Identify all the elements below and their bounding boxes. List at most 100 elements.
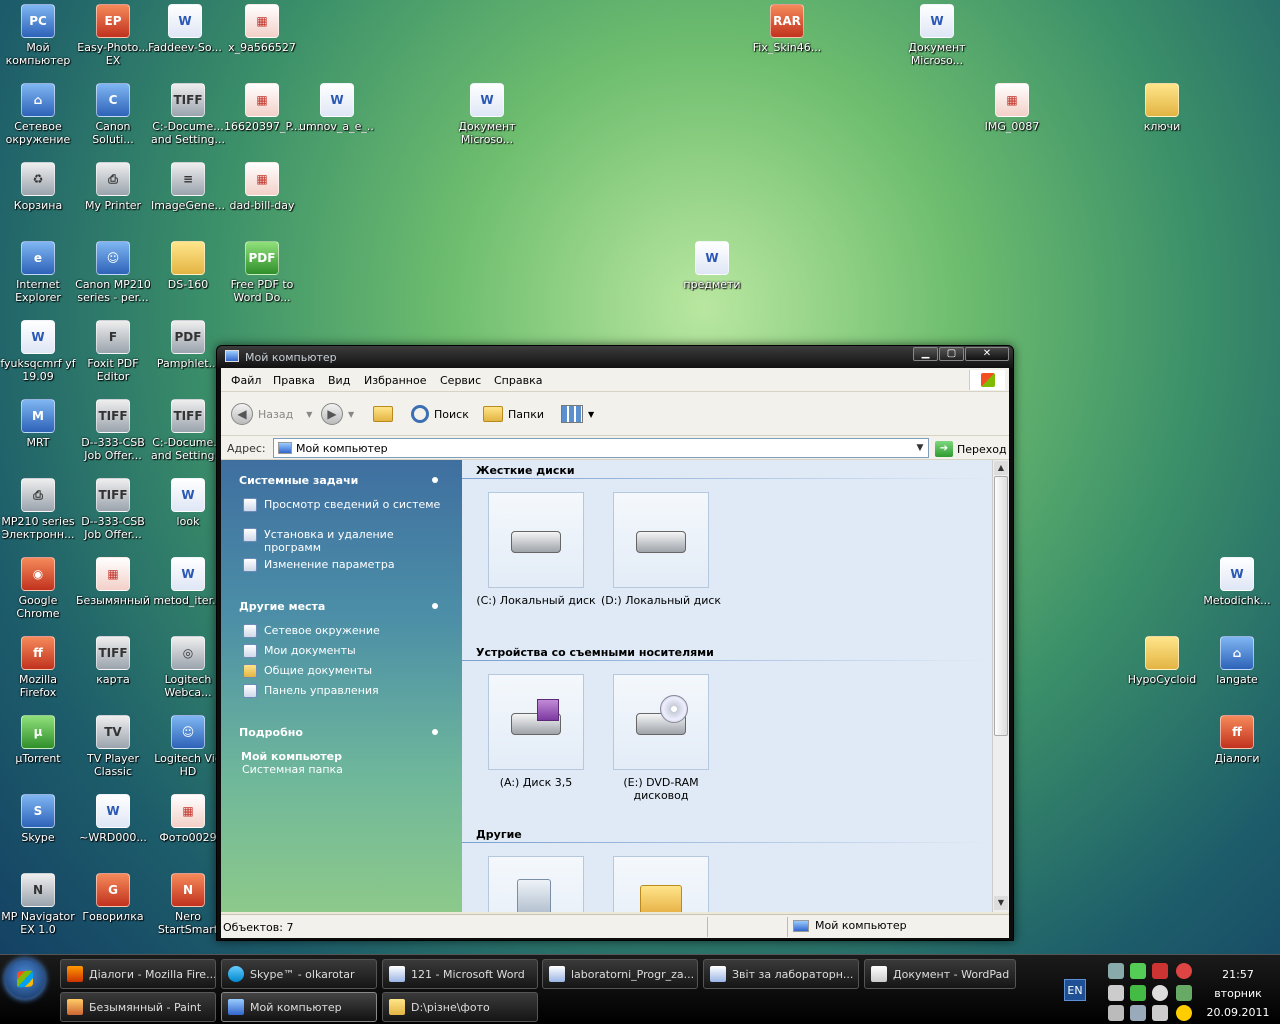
desktop-icon[interactable]: M MRT bbox=[0, 399, 76, 449]
desktop-icon[interactable]: RAR Fix_Skin46... bbox=[749, 4, 825, 54]
collapse-icon[interactable] bbox=[432, 729, 438, 735]
drive-a-tile[interactable] bbox=[488, 674, 584, 770]
details-title[interactable]: Подробно bbox=[239, 726, 303, 739]
desktop-icon[interactable]: ff Mozilla Firefox bbox=[0, 636, 76, 699]
desktop-icon[interactable]: ключи bbox=[1124, 83, 1200, 133]
close-button[interactable]: ✕ bbox=[965, 347, 1009, 361]
desktop-icon[interactable]: µ µTorrent bbox=[0, 715, 76, 765]
scroll-up-icon[interactable]: ▲ bbox=[994, 461, 1008, 475]
drive-c-tile[interactable] bbox=[488, 492, 584, 588]
drive-e-tile[interactable] bbox=[613, 674, 709, 770]
task-word-laboratorni[interactable]: laboratorni_Progr_za... bbox=[542, 959, 698, 989]
desktop-icon[interactable]: G Говорилка bbox=[75, 873, 151, 923]
task-folder-photo[interactable]: D:\різне\фото bbox=[382, 992, 538, 1022]
desktop-icon[interactable]: W Faddeev-So... bbox=[147, 4, 223, 54]
task-view-system-info[interactable]: Просмотр сведений о системе bbox=[243, 498, 443, 512]
collapse-icon[interactable] bbox=[432, 477, 438, 483]
go-tray-icon[interactable] bbox=[1130, 985, 1146, 1001]
scroll-down-icon[interactable]: ▼ bbox=[994, 896, 1008, 910]
monitor-tray-icon[interactable] bbox=[1152, 1005, 1168, 1021]
task-change-setting[interactable]: Изменение параметра bbox=[243, 558, 443, 572]
desktop-icon[interactable]: W ~WRD000... bbox=[75, 794, 151, 844]
task-firefox[interactable]: Діалоги - Mozilla Fire... bbox=[60, 959, 216, 989]
maximize-button[interactable]: ▢ bbox=[939, 347, 964, 361]
desktop-icon[interactable]: ≡ ImageGene... bbox=[150, 162, 226, 212]
desktop-icon[interactable]: ▦ 16620397_P... bbox=[224, 83, 300, 133]
desktop-icon[interactable]: ◎ Logitech Webca... bbox=[150, 636, 226, 699]
desktop-icon[interactable]: EP Easy-Photo... EX bbox=[75, 4, 151, 67]
chevron-down-icon[interactable]: ▼ bbox=[912, 439, 928, 457]
desktop-icon[interactable]: S Skype bbox=[0, 794, 76, 844]
menu-edit[interactable]: Правка bbox=[273, 374, 315, 387]
shared-folder-tile[interactable] bbox=[613, 856, 709, 912]
desktop-icon[interactable]: Wmetod_iter... bbox=[150, 557, 226, 607]
desktop-icon[interactable]: ☺ Logitech Vid HD bbox=[150, 715, 226, 778]
menu-help[interactable]: Справка bbox=[494, 374, 542, 387]
desktop-icon[interactable]: PDF Free PDF to Word Do... bbox=[224, 241, 300, 304]
desktop-icon[interactable]: Wlook bbox=[150, 478, 226, 528]
desktop-icon[interactable]: DS-160 bbox=[150, 241, 226, 291]
keyboard-tray-icon[interactable] bbox=[1130, 1005, 1146, 1021]
start-button[interactable] bbox=[4, 958, 46, 1000]
task-word-zvit[interactable]: Звіт за лабораторн... bbox=[703, 959, 859, 989]
task-word-121[interactable]: 121 - Microsoft Word bbox=[382, 959, 538, 989]
desktop-icon[interactable]: ♻ Корзина bbox=[0, 162, 76, 212]
volume-tray-icon[interactable] bbox=[1108, 1005, 1124, 1021]
task-paint[interactable]: Безымянный - Paint bbox=[60, 992, 216, 1022]
menu-file[interactable]: Файл bbox=[231, 374, 261, 387]
collapse-icon[interactable] bbox=[432, 603, 438, 609]
chevron-down-icon[interactable]: ▼ bbox=[348, 410, 354, 419]
desktop-icon[interactable]: e Internet Explorer bbox=[0, 241, 76, 304]
search-button[interactable]: Поиск bbox=[411, 402, 469, 426]
error-tray-icon[interactable] bbox=[1176, 963, 1192, 979]
desktop-icon[interactable]: N MP Navigator EX 1.0 bbox=[0, 873, 76, 936]
desktop-icon[interactable]: ▦ dad-bill-day bbox=[224, 162, 300, 212]
desktop-icon[interactable]: TIFF C:-Docume... and Setting... bbox=[150, 399, 226, 462]
forward-button[interactable]: ▶ ▼ bbox=[321, 402, 354, 426]
desktop-icon[interactable]: ⎙ My Printer bbox=[75, 162, 151, 212]
desktop-icon[interactable]: ⌂ langate bbox=[1199, 636, 1275, 686]
desktop-icon[interactable]: ▦ x_9a566527 bbox=[224, 4, 300, 54]
network-tray-icon[interactable] bbox=[1108, 963, 1124, 979]
desktop-icon[interactable]: ▦ IMG_0087 bbox=[974, 83, 1050, 133]
menu-view[interactable]: Вид bbox=[328, 374, 350, 387]
address-input[interactable]: Мой компьютер ▼ bbox=[273, 438, 929, 458]
place-my-documents[interactable]: Мои документы bbox=[243, 644, 443, 658]
antivirus-tray-icon[interactable] bbox=[1152, 963, 1168, 979]
menu-tools[interactable]: Сервис bbox=[440, 374, 481, 387]
minimize-button[interactable]: ▁ bbox=[913, 347, 938, 361]
language-indicator[interactable]: EN bbox=[1064, 979, 1086, 1001]
desktop-icon[interactable]: ☺ Canon MP210 series - per... bbox=[75, 241, 151, 304]
place-network[interactable]: Сетевое окружение bbox=[243, 624, 443, 638]
other-places-title[interactable]: Другие места bbox=[239, 600, 325, 613]
desktop-icon[interactable]: F Foxit PDF Editor bbox=[75, 320, 151, 383]
desktop-icon[interactable]: Wпредмети bbox=[674, 241, 750, 291]
desktop-icon[interactable]: N Nero StartSmart bbox=[150, 873, 226, 936]
task-wordpad[interactable]: Документ - WordPad bbox=[864, 959, 1016, 989]
desktop-icon[interactable]: TIFF D--333-CSB Job Offer... bbox=[75, 399, 151, 462]
desktop-icon[interactable]: PC Мой компьютер bbox=[0, 4, 76, 67]
desktop-icon[interactable]: TIFF карта bbox=[75, 636, 151, 686]
task-my-computer[interactable]: Мой компьютер bbox=[221, 992, 377, 1022]
recycle-bin-tile[interactable] bbox=[488, 856, 584, 912]
desktop-icon[interactable]: C Canon Soluti... bbox=[75, 83, 151, 146]
desktop-icon[interactable]: ff Діалоги bbox=[1199, 715, 1275, 765]
task-add-remove-programs[interactable]: Установка и удаление программ bbox=[243, 528, 443, 554]
folders-button[interactable]: Папки bbox=[483, 402, 544, 426]
desktop-icon[interactable]: ▦ Фото0029 bbox=[150, 794, 226, 844]
usb-tray-icon[interactable] bbox=[1108, 985, 1124, 1001]
desktop-icon[interactable]: ▦ Безымянный bbox=[75, 557, 151, 607]
desktop-icon[interactable]: ◉ Google Chrome bbox=[0, 557, 76, 620]
clock[interactable]: 21:57 вторник 20.09.2011 bbox=[1196, 965, 1280, 1022]
nvidia-tray-icon[interactable] bbox=[1176, 985, 1192, 1001]
place-control-panel[interactable]: Панель управления bbox=[243, 684, 443, 698]
title-bar[interactable]: Мой компьютер ▁ ▢ ✕ bbox=[217, 346, 1013, 368]
drive-d-tile[interactable] bbox=[613, 492, 709, 588]
wireless-tray-icon[interactable] bbox=[1176, 1005, 1192, 1021]
desktop-icon[interactable]: HypoCycloid bbox=[1124, 636, 1200, 686]
desktop-icon[interactable]: TIFF C:-Docume... and Setting... bbox=[150, 83, 226, 146]
scroll-thumb[interactable] bbox=[994, 476, 1008, 736]
desktop-icon[interactable]: ⌂ Сетевое окружение bbox=[0, 83, 76, 146]
views-button[interactable]: ▼ bbox=[561, 402, 594, 426]
desktop-icon[interactable]: TV TV Player Classic bbox=[75, 715, 151, 778]
